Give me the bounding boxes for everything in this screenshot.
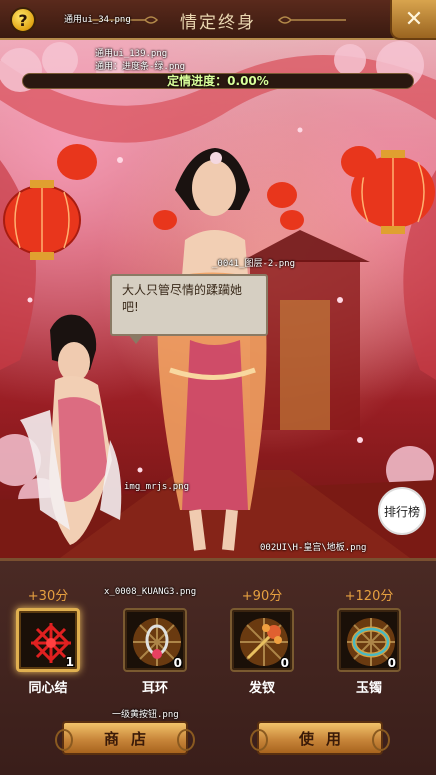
title-ornament-right-icon xyxy=(277,16,346,24)
gift-panel: x_0008_KUANG3.png +30分 1 同心结 0 耳环 +90分 0… xyxy=(0,558,436,775)
debug-label-bubble: _0041_图层-2.png xyxy=(212,259,296,269)
progress-label: 定情进度：0.00% xyxy=(167,74,269,88)
close-icon: ✕ xyxy=(404,6,424,32)
debug-label-button: 一级黄按钮.png xyxy=(112,710,179,720)
debug-label-ui139: 通用ui_139.png xyxy=(95,49,168,59)
use-button[interactable]: 使用 xyxy=(250,721,390,755)
gift-name: 耳环 xyxy=(141,681,168,696)
speech-bubble: 大人只管尽情的蹂躏她吧! xyxy=(110,274,268,344)
gift-slot[interactable]: 1 xyxy=(16,608,80,672)
gift-slot[interactable]: 0 xyxy=(123,608,187,672)
gift-item-fachai[interactable]: +90分 0 发钗 xyxy=(222,561,302,696)
gift-score: +30分 xyxy=(27,589,69,604)
palace-scene: 定情进度：0.00% 大人只管尽情的蹂躏她吧! 排行榜 通用ui_139.png… xyxy=(0,40,436,558)
gift-slot[interactable]: 0 xyxy=(230,608,294,672)
debug-label-progress: 通用：进度条-绿.png xyxy=(95,62,186,72)
debug-label-floor: 002UI\H-皇宫\地板.png xyxy=(260,543,367,553)
speech-bubble-text: 大人只管尽情的蹂躏她吧! xyxy=(122,283,243,314)
gift-count: 0 xyxy=(280,656,289,670)
gift-name: 玉镯 xyxy=(355,681,382,696)
shop-button[interactable]: 商店 xyxy=(55,721,195,755)
leaderboard-label: 排行榜 xyxy=(383,504,420,519)
debug-label-help: 通用ui_34.png xyxy=(64,15,131,25)
use-button-label: 使用 xyxy=(298,729,353,748)
close-button[interactable]: ✕ xyxy=(390,0,436,40)
progress-bar: 定情进度：0.00% xyxy=(22,73,414,89)
debug-label-girl: img_mrjs.png xyxy=(124,482,190,492)
gift-score: +120分 xyxy=(344,589,394,604)
leaderboard-button[interactable]: 排行榜 xyxy=(378,487,426,535)
gift-slot[interactable]: 0 xyxy=(337,608,401,672)
gift-item-tongxinjie[interactable]: +30分 1 同心结 xyxy=(8,561,88,696)
gift-name: 同心结 xyxy=(28,681,68,696)
gift-name: 发钗 xyxy=(248,681,275,696)
gift-count: 0 xyxy=(387,656,396,670)
gift-score: +90分 xyxy=(241,589,283,604)
gift-count: 1 xyxy=(65,655,74,669)
gift-count: 0 xyxy=(173,656,182,670)
gift-item-erhuan[interactable]: 0 耳环 xyxy=(115,561,195,696)
gift-item-yuzhuo[interactable]: +120分 0 玉镯 xyxy=(329,561,409,696)
debug-label-frame: x_0008_KUANG3.png xyxy=(104,587,197,597)
shop-button-label: 商店 xyxy=(103,729,158,748)
